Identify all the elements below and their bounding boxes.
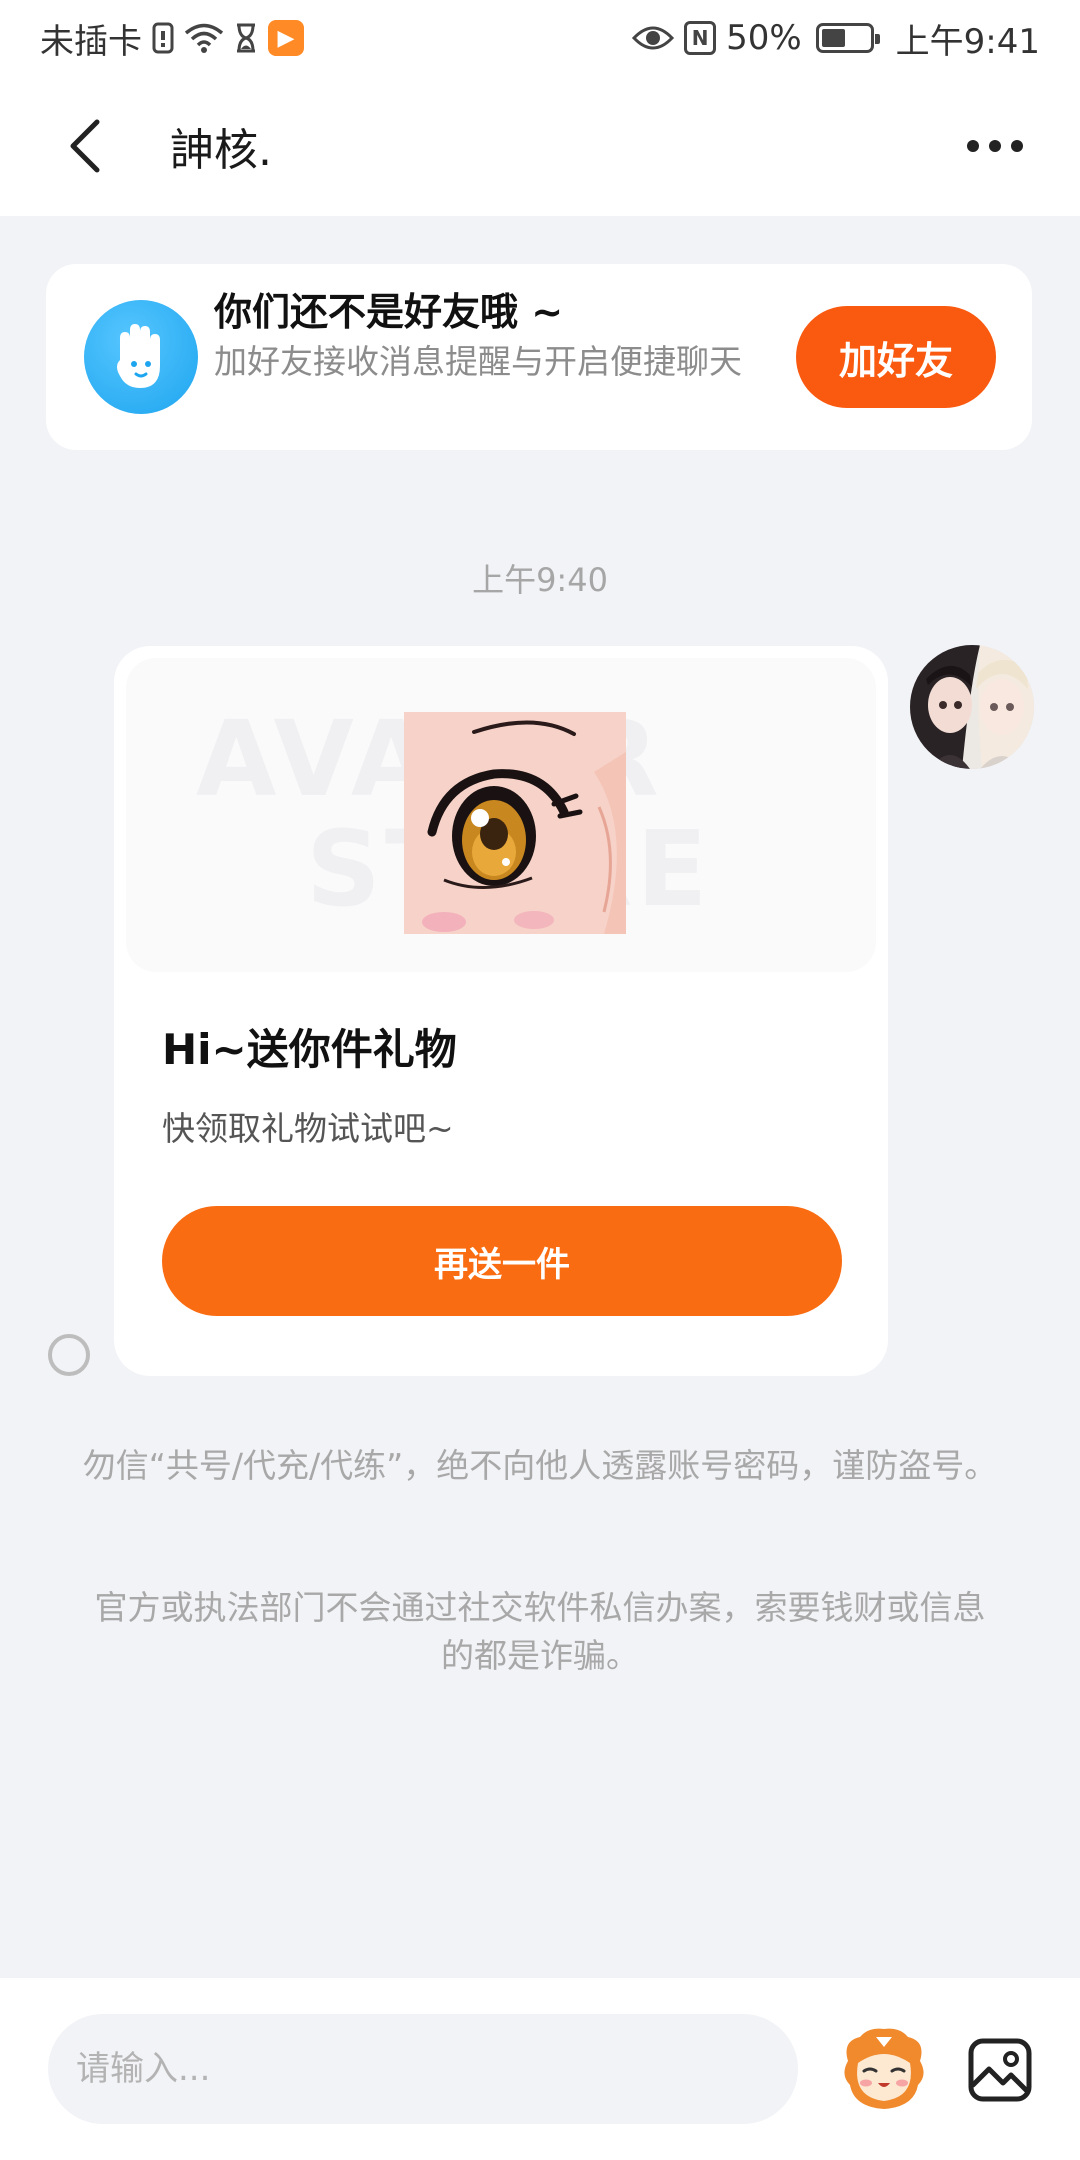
- security-notice-2: 官方或执法部门不会通过社交软件私信办案，索要钱财或信息的都是诈骗。: [94, 1588, 986, 1675]
- security-notice-1: 勿信“共号/代充/代练”，绝不向他人透露账号密码，谨防盗号。: [82, 1446, 998, 1485]
- battery-icon: [815, 23, 880, 53]
- banner-title: 你们还不是好友哦 ~: [214, 290, 564, 334]
- battery-percent: 50%: [726, 18, 802, 58]
- gift-image: [404, 712, 626, 934]
- input-bar: [0, 1978, 1080, 2160]
- carrier-text: 未插卡: [40, 21, 142, 62]
- message-input[interactable]: [48, 2014, 798, 2124]
- chat-title: 訷核.: [170, 125, 272, 176]
- status-time: 上午9:41: [895, 21, 1040, 62]
- waving-hand-icon: [84, 300, 198, 414]
- nav-bar: 訷核.: [0, 76, 1080, 216]
- back-arrow-icon: [70, 119, 100, 173]
- image-icon: [968, 2038, 1032, 2102]
- gift-message-card[interactable]: AVATAR STORE Hi~送你件礼物 快领取礼物试试吧: [114, 646, 888, 1376]
- more-dot: [1011, 140, 1023, 152]
- status-bar: 未插卡 ▶ N 50% 上午9:41: [0, 0, 1080, 76]
- app-notification-icon: ▶: [268, 20, 304, 56]
- image-button[interactable]: [950, 2020, 1050, 2120]
- emoji-button[interactable]: [834, 2020, 934, 2120]
- not-friends-banner: 你们还不是好友哦 ~ 加好友接收消息提醒与开启便捷聊天 加好友: [46, 264, 1032, 450]
- banner-text: 你们还不是好友哦 ~ 加好友接收消息提醒与开启便捷聊天: [214, 286, 804, 386]
- gift-title: Hi~送你件礼物: [162, 1025, 457, 1074]
- more-button[interactable]: [950, 101, 1040, 191]
- add-friend-button[interactable]: 加好友: [796, 306, 996, 408]
- message-select-radio[interactable]: [48, 1334, 90, 1376]
- gift-description: 快领取礼物试试吧~: [162, 1109, 454, 1148]
- more-dots-icon: [967, 140, 979, 152]
- sim-icon: [152, 18, 174, 58]
- emoji-mascot-icon: [844, 2028, 924, 2109]
- nfc-icon: N: [684, 21, 717, 55]
- back-button[interactable]: [40, 101, 130, 191]
- wifi-icon: [184, 18, 224, 58]
- eye-icon: [632, 18, 675, 58]
- status-left: 未插卡 ▶: [40, 14, 304, 63]
- status-right: N 50% 上午9:41: [632, 14, 1040, 63]
- more-dot: [989, 140, 1001, 152]
- message-timestamp: 上午9:40: [472, 561, 608, 599]
- avatar[interactable]: [910, 645, 1034, 769]
- send-another-gift-button[interactable]: 再送一件: [162, 1206, 842, 1316]
- hourglass-icon: [234, 18, 258, 58]
- banner-subtitle: 加好友接收消息提醒与开启便捷聊天: [214, 342, 742, 381]
- battery-fill: [821, 29, 845, 47]
- gift-banner: AVATAR STORE: [126, 658, 876, 972]
